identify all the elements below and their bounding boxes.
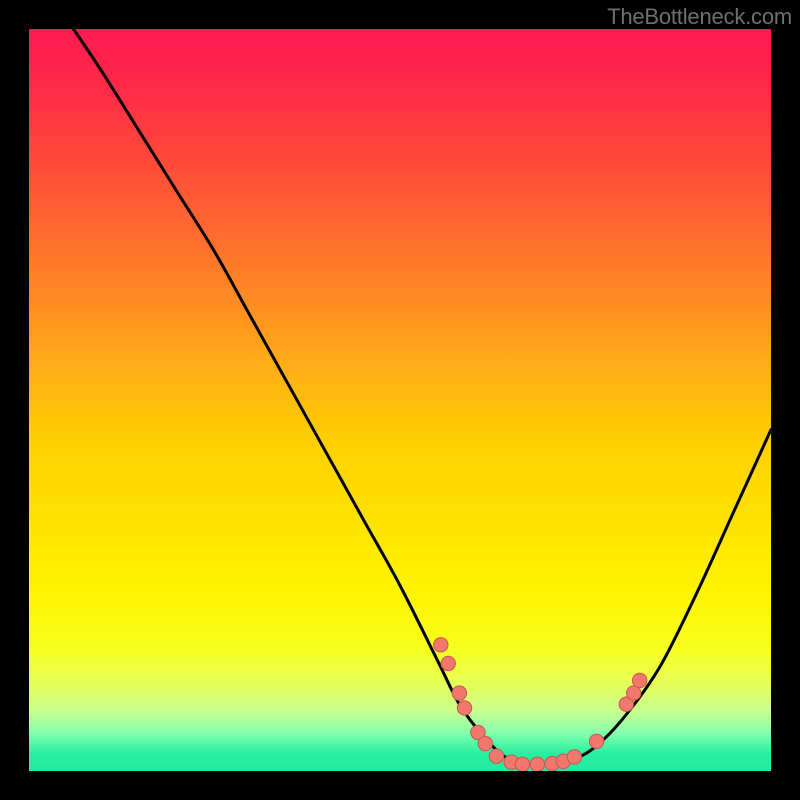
data-point bbox=[515, 757, 529, 771]
plot-area bbox=[29, 29, 771, 771]
data-point bbox=[478, 736, 492, 750]
data-point bbox=[632, 673, 646, 687]
data-point bbox=[489, 749, 503, 763]
data-point bbox=[457, 701, 471, 715]
data-point bbox=[452, 686, 466, 700]
data-point bbox=[567, 750, 581, 764]
watermark-text: TheBottleneck.com bbox=[607, 4, 792, 30]
data-point bbox=[434, 638, 448, 652]
curve-layer bbox=[29, 29, 771, 771]
data-point bbox=[441, 656, 455, 670]
data-point bbox=[530, 757, 544, 771]
chart-frame: TheBottleneck.com bbox=[0, 0, 800, 800]
data-point bbox=[589, 734, 603, 748]
bottleneck-curve bbox=[74, 29, 771, 764]
